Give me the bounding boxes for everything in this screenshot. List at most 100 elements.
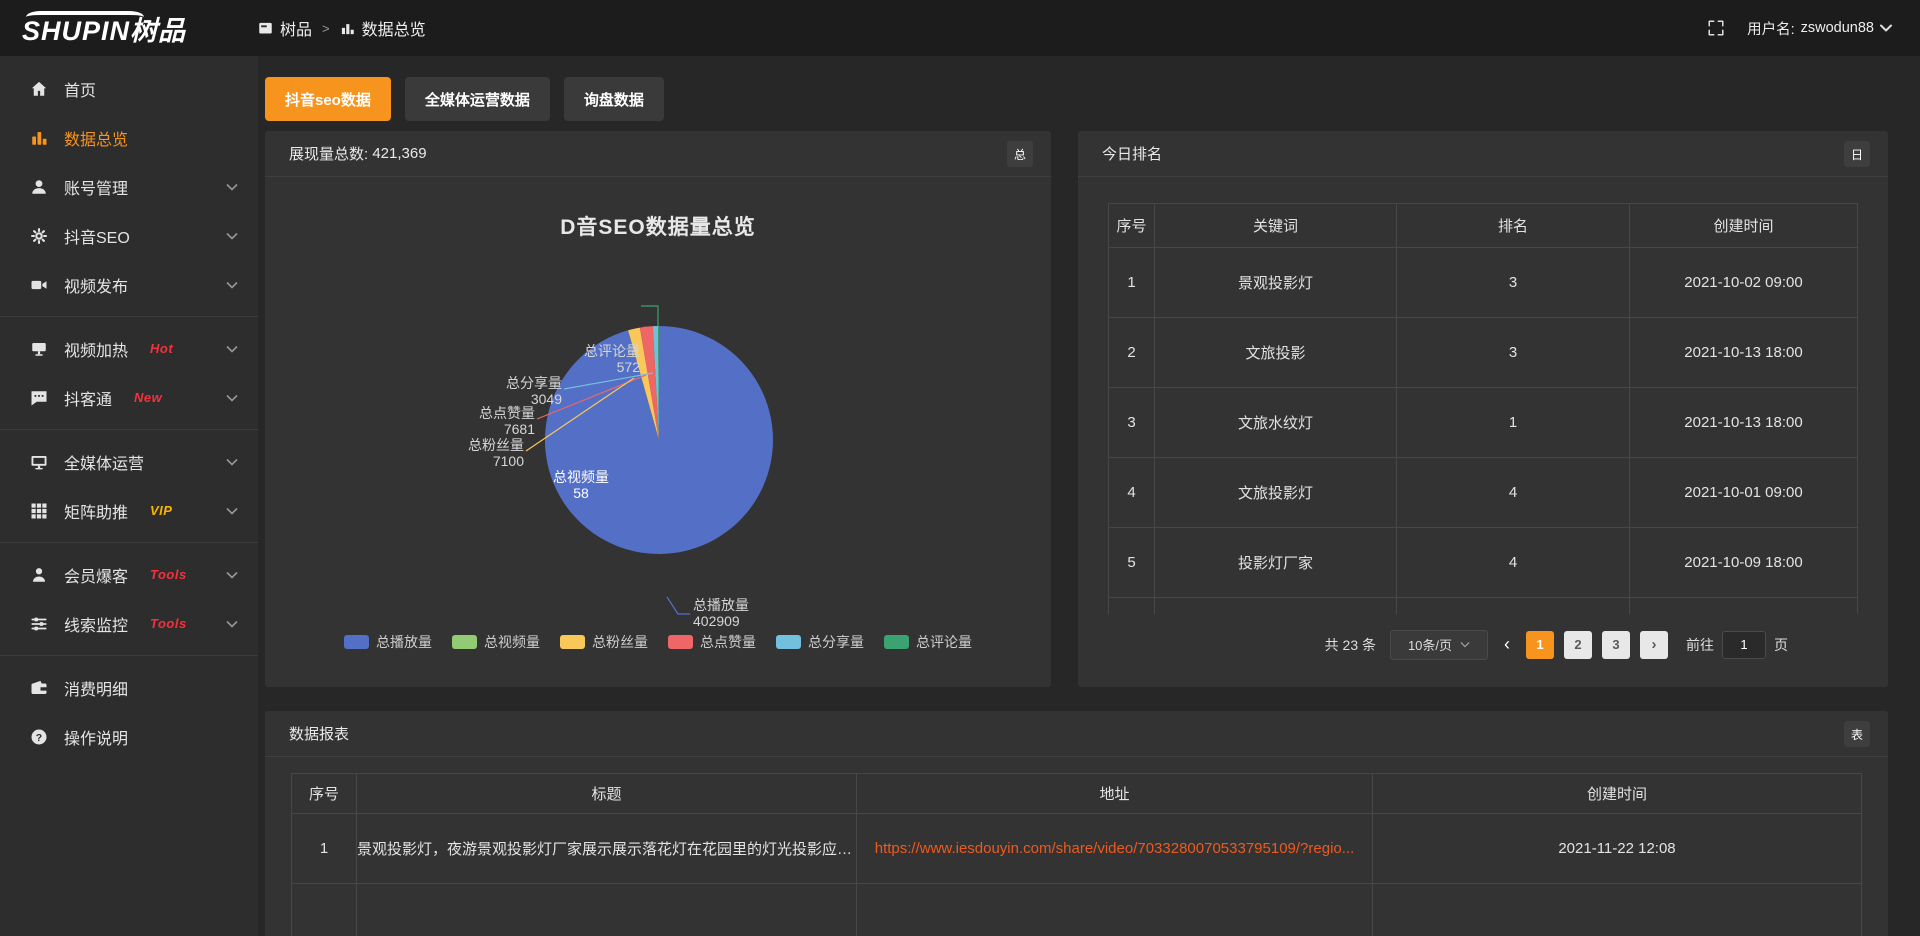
sidebar-item-data-overview[interactable]: 数据总览 xyxy=(0,113,258,162)
page-button-3[interactable]: 3 xyxy=(1602,631,1630,659)
chevron-down-icon xyxy=(226,571,238,579)
username-label: 用户名: xyxy=(1747,18,1795,39)
sidebar-item-label: 首页 xyxy=(64,77,96,101)
breadcrumb-home[interactable]: 树品 xyxy=(258,16,312,40)
sidebar-divider xyxy=(0,542,258,543)
day-toggle-button[interactable]: 日 xyxy=(1844,141,1870,167)
sidebar-item-account[interactable]: 账号管理 xyxy=(0,162,258,211)
sidebar-divider xyxy=(0,429,258,430)
col-rank: 排名 xyxy=(1397,204,1630,248)
sidebar-item-label: 消费明细 xyxy=(64,676,128,700)
app: SHUPIN树品 树品 > 数据总览 xyxy=(0,0,1920,936)
table-row: 1 景观投影灯 3 2021-10-02 09:00 xyxy=(1109,248,1858,318)
goto-page-input[interactable] xyxy=(1722,631,1766,659)
leader-line-plays xyxy=(667,597,690,614)
ranking-table: 序号 关键词 排名 创建时间 1 景观投影灯 3 2021-10-02 09:0… xyxy=(1108,203,1858,614)
user-menu[interactable]: 用户名: zswodun88 xyxy=(1747,18,1892,39)
pie-label-comments: 总评论量572 xyxy=(584,343,640,375)
breadcrumb: 树品 > 数据总览 xyxy=(258,16,426,40)
data-tabs: 抖音seo数据 全媒体运营数据 询盘数据 xyxy=(265,77,1920,121)
page-size-select[interactable]: 10条/页 xyxy=(1390,630,1488,660)
bar-chart-icon xyxy=(340,21,355,36)
grid-icon xyxy=(30,502,48,520)
pie-slices[interactable] xyxy=(545,326,773,554)
tab-media-operation-data[interactable]: 全媒体运营数据 xyxy=(405,77,550,121)
panel-header: 今日排名 xyxy=(1078,131,1888,177)
goto-page: 前往 页 xyxy=(1686,631,1788,659)
pie-chart-canvas[interactable] xyxy=(265,177,1051,647)
sidebar-item-label: 视频发布 xyxy=(64,273,128,297)
col-index: 序号 xyxy=(292,774,357,814)
gear-icon xyxy=(30,227,48,245)
chevron-down-icon xyxy=(1460,641,1470,648)
legend-swatch xyxy=(560,635,585,649)
sidebar: 首页 数据总览 账号管理 xyxy=(0,56,258,936)
tab-inquiry-data[interactable]: 询盘数据 xyxy=(564,77,664,121)
page-button-2[interactable]: 2 xyxy=(1564,631,1592,659)
sidebar-item-label: 抖音SEO xyxy=(64,224,130,248)
sidebar-item-home[interactable]: 首页 xyxy=(0,64,258,113)
pie-label-videos: 总视频量58 xyxy=(553,469,609,501)
sidebar-item-label: 矩阵助推 xyxy=(64,499,128,523)
sidebar-item-douyin-seo[interactable]: 抖音SEO xyxy=(0,211,258,260)
breadcrumb-separator: > xyxy=(322,21,330,36)
top-header: SHUPIN树品 树品 > 数据总览 xyxy=(0,0,1920,56)
today-ranking-panel: 今日排名 日 序号 关键词 排名 创建时间 1 景观 xyxy=(1078,131,1888,687)
tools-badge: Tools xyxy=(150,567,187,582)
legend-swatch xyxy=(668,635,693,649)
chevron-down-icon xyxy=(226,183,238,191)
impressions-value: 421,369 xyxy=(372,145,426,162)
table-toggle-button[interactable]: 表 xyxy=(1844,721,1870,747)
legend-item-likes[interactable]: 总点赞量 xyxy=(668,632,756,652)
tools-badge: Tools xyxy=(150,616,187,631)
table-row-partial xyxy=(1109,598,1858,614)
sidebar-item-leads-monitor[interactable]: 线索监控 Tools xyxy=(0,599,258,648)
legend-item-fans[interactable]: 总粉丝量 xyxy=(560,632,648,652)
chat-bubble-icon xyxy=(30,389,48,407)
tab-douyin-seo-data[interactable]: 抖音seo数据 xyxy=(265,77,391,121)
report-title: 数据报表 xyxy=(289,723,349,744)
legend-item-shares[interactable]: 总分享量 xyxy=(776,632,864,652)
breadcrumb-current[interactable]: 数据总览 xyxy=(340,16,426,40)
chart-legend: 总播放量 总视频量 总粉丝量 总点赞量 总分享量 总评论量 xyxy=(265,632,1051,652)
main-content: 抖音seo数据 全媒体运营数据 询盘数据 展现量总数: 421,369 总 D音… xyxy=(258,56,1920,936)
legend-item-videos[interactable]: 总视频量 xyxy=(452,632,540,652)
header-actions: 用户名: zswodun88 xyxy=(1707,18,1920,39)
prev-page-button[interactable]: ‹ xyxy=(1498,634,1516,655)
sidebar-item-label: 线索监控 xyxy=(64,612,128,636)
panel-header: 数据报表 xyxy=(265,711,1888,757)
sidebar-item-doukrtong[interactable]: 抖客通 New xyxy=(0,373,258,422)
total-toggle-button[interactable]: 总 xyxy=(1007,141,1033,167)
pagination-total: 共 23 条 xyxy=(1325,635,1376,655)
sidebar-item-consumption[interactable]: 消费明细 xyxy=(0,663,258,712)
breadcrumb-label: 数据总览 xyxy=(362,16,426,40)
legend-swatch xyxy=(776,635,801,649)
page-button-1[interactable]: 1 xyxy=(1526,631,1554,659)
person-icon xyxy=(30,566,48,584)
sidebar-item-label: 抖客通 xyxy=(64,386,112,410)
chevron-down-icon xyxy=(226,394,238,402)
sidebar-item-member-burst[interactable]: 会员爆客 Tools xyxy=(0,550,258,599)
legend-item-plays[interactable]: 总播放量 xyxy=(344,632,432,652)
fullscreen-icon[interactable] xyxy=(1707,19,1725,37)
user-icon xyxy=(30,178,48,196)
pie-label-fans: 总粉丝量7100 xyxy=(468,437,524,469)
sidebar-item-video-heat[interactable]: 视频加热 Hot xyxy=(0,324,258,373)
sidebar-item-matrix-boost[interactable]: 矩阵助推 VIP xyxy=(0,486,258,535)
legend-item-comments[interactable]: 总评论量 xyxy=(884,632,972,652)
app-logo[interactable]: SHUPIN树品 xyxy=(0,9,258,48)
svg-text:?: ? xyxy=(36,731,42,743)
video-link[interactable]: https://www.iesdouyin.com/share/video/70… xyxy=(875,840,1355,857)
table-row-partial xyxy=(292,884,1862,936)
sidebar-item-media-operation[interactable]: 全媒体运营 xyxy=(0,437,258,486)
sidebar-item-video-publish[interactable]: 视频发布 xyxy=(0,260,258,309)
chevron-down-icon xyxy=(226,281,238,289)
logo-arc xyxy=(26,11,144,23)
sidebar-item-help[interactable]: ? 操作说明 xyxy=(0,712,258,761)
sidebar-divider xyxy=(0,316,258,317)
next-page-button[interactable]: › xyxy=(1640,631,1668,659)
table-row: 2 文旅投影 3 2021-10-13 18:00 xyxy=(1109,318,1858,388)
chevron-down-icon xyxy=(226,620,238,628)
chevron-down-icon xyxy=(226,232,238,240)
goto-label: 前往 xyxy=(1686,635,1714,655)
